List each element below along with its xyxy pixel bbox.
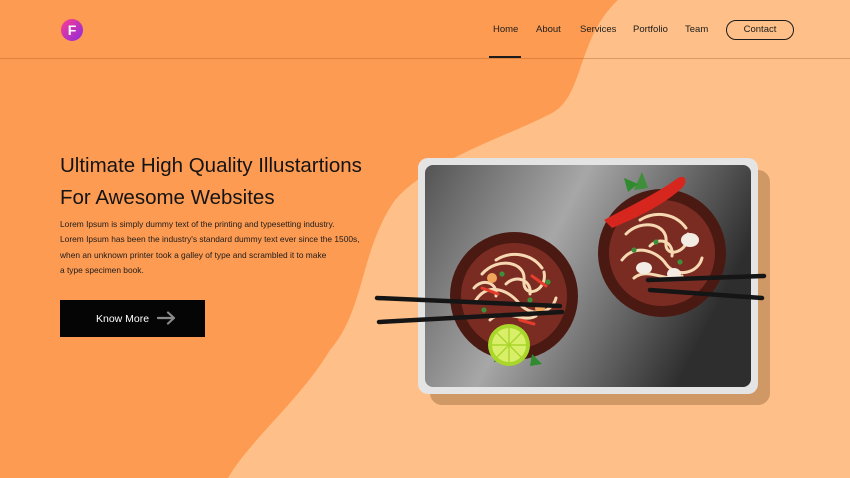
nav-team-link[interactable]: Team [685,24,708,35]
hero-description-line4: a type specimen book. [60,264,144,275]
know-more-button[interactable]: Know More [60,300,205,337]
hero-description-line1: Lorem Ipsum is simply dummy text of the … [60,219,335,229]
hero-description-line3: when an unknown printer took a galley of… [60,249,327,260]
logo-letter: F [67,22,77,38]
active-nav-indicator [489,56,521,58]
nav-services-link[interactable]: Services [580,24,616,35]
hero-description: Lorem Ipsum is simply dummy text of the … [60,217,400,278]
hero-title: Ultimate High Quality Illustartions For … [60,150,420,214]
know-more-label: Know More [96,313,150,325]
nav-about-link[interactable]: About [536,24,561,35]
hero-title-line1: Ultimate High Quality Illustartions [60,154,362,177]
noodle-bowls-illustration [374,158,770,405]
nav-portfolio-link[interactable]: Portfolio [633,24,668,35]
nav-home-link[interactable]: Home [493,24,518,35]
hero-description-line2: Lorem Ipsum has been the industry's stan… [60,234,360,245]
hero-title-line2: For Awesome Websites [60,186,275,209]
arrow-right-icon [157,311,176,325]
contact-button[interactable]: Contact [726,20,794,40]
top-navigation: F Home About Services Portfolio Team Con… [0,0,850,59]
logo-icon[interactable]: F [61,19,83,41]
